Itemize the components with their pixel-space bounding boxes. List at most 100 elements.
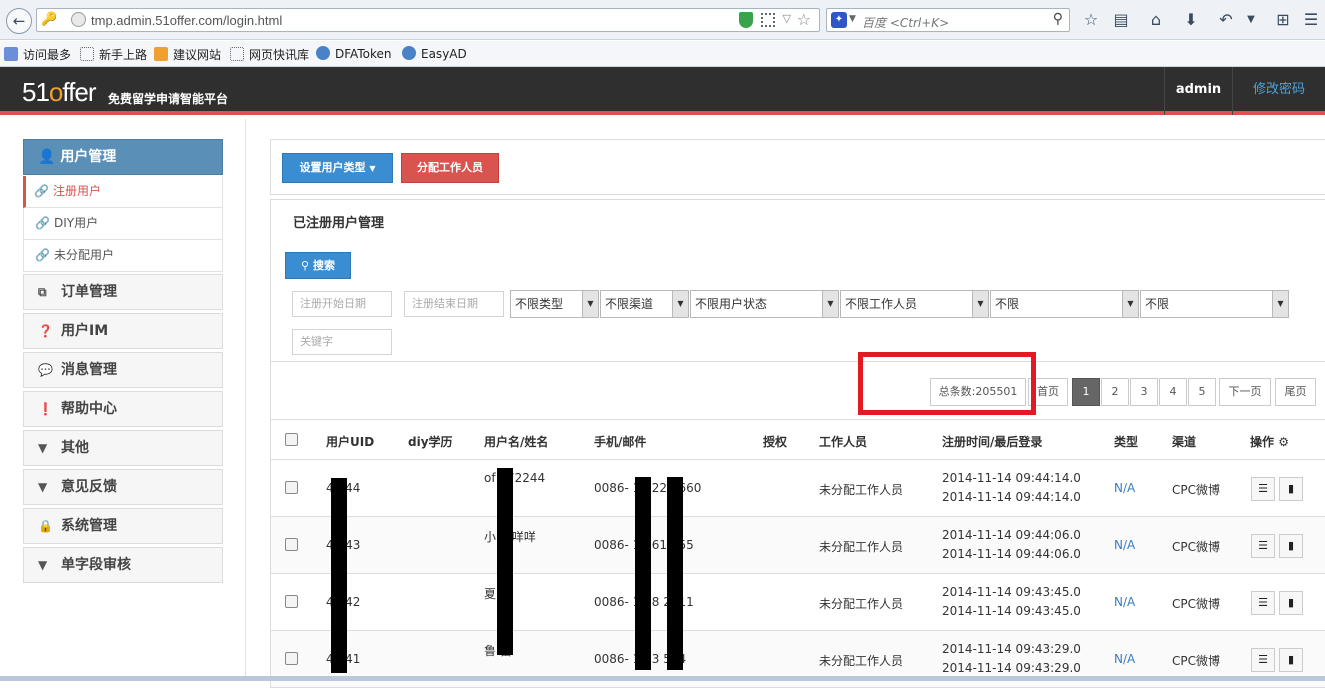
- list-icon[interactable]: ☰: [1251, 534, 1275, 558]
- list-icon[interactable]: ☰: [1251, 477, 1275, 501]
- table-row[interactable]: 4 242 夏 亭 0086- 1 98 2311 未分配工作人员 2014-1…: [270, 574, 1325, 631]
- last-page-button[interactable]: 尾页: [1275, 378, 1316, 406]
- sidebar-item-user-management[interactable]: 👤 用户管理: [23, 139, 223, 175]
- comment-icon[interactable]: ▮: [1279, 648, 1303, 672]
- sidebar-subitem-registered-users[interactable]: 🔗 注册用户: [23, 176, 223, 208]
- table-row[interactable]: 4 243 小 咩咩咩 0086- 1 561 455 未分配工作人员 2014…: [270, 517, 1325, 574]
- search-placeholder[interactable]: 百度 <Ctrl+K>: [862, 14, 949, 31]
- caret-down-icon: ▼: [38, 441, 48, 455]
- qr-code-icon[interactable]: [761, 13, 775, 27]
- page-button-4[interactable]: 4: [1159, 378, 1187, 406]
- chevron-down-icon[interactable]: ▼: [1240, 9, 1262, 31]
- user-name[interactable]: admin: [1164, 67, 1232, 115]
- row-checkbox[interactable]: [285, 652, 298, 665]
- page-icon: [230, 47, 244, 61]
- cell-type-link[interactable]: N/A: [1114, 481, 1135, 495]
- logo[interactable]: 51offer: [22, 77, 97, 108]
- comment-icon[interactable]: ▮: [1279, 477, 1303, 501]
- sidebar-item-help[interactable]: ❗ 帮助中心: [23, 391, 223, 427]
- filter-select-5[interactable]: 不限 ▼: [990, 290, 1139, 318]
- column-diy-education[interactable]: diy学历: [408, 433, 453, 450]
- sidebar-item-user-im[interactable]: ❓ 用户IM: [23, 313, 223, 349]
- search-button[interactable]: ⚲ 搜索: [285, 252, 351, 279]
- highlight-annotation: [858, 352, 1036, 415]
- row-checkbox[interactable]: [285, 538, 298, 551]
- bookmark-getting-started[interactable]: 新手上路: [80, 46, 147, 62]
- cell-type-link[interactable]: N/A: [1114, 595, 1135, 609]
- menu-icon[interactable]: ☰: [1300, 9, 1322, 31]
- row-checkbox[interactable]: [285, 595, 298, 608]
- sidebar-item-messages[interactable]: 💬 消息管理: [23, 352, 223, 388]
- redaction-bar: [331, 478, 347, 673]
- undo-icon[interactable]: ↶: [1215, 9, 1237, 31]
- column-username[interactable]: 用户名/姓名: [484, 433, 548, 450]
- list-icon[interactable]: ☰: [1251, 648, 1275, 672]
- cell-channel: CPC微博: [1172, 483, 1220, 497]
- start-date-input[interactable]: 注册开始日期: [292, 291, 392, 317]
- column-channel[interactable]: 渠道: [1172, 433, 1196, 450]
- search-icon[interactable]: ⚲: [1053, 11, 1063, 27]
- bookmark-easyad[interactable]: EasyAD: [402, 46, 467, 62]
- page-button-1[interactable]: 1: [1072, 378, 1100, 406]
- download-icon[interactable]: ⬇: [1180, 9, 1202, 31]
- bookmark-web-slices[interactable]: 网页快讯库: [230, 46, 309, 62]
- page-button-5[interactable]: 5: [1188, 378, 1216, 406]
- column-staff[interactable]: 工作人员: [819, 433, 867, 450]
- bookmark-dfatoken[interactable]: DFAToken: [316, 46, 391, 62]
- sidebar-item-field-review[interactable]: ▼ 单字段审核: [23, 547, 223, 583]
- column-type[interactable]: 类型: [1114, 433, 1138, 450]
- type-select[interactable]: 不限类型 ▼: [510, 290, 599, 318]
- keyword-input[interactable]: 关键字: [292, 329, 392, 355]
- baidu-paw-icon[interactable]: ✦: [831, 12, 847, 28]
- home-icon[interactable]: ⌂: [1145, 9, 1167, 31]
- back-arrow-icon[interactable]: ←: [6, 8, 32, 34]
- select-all-checkbox[interactable]: [285, 433, 298, 446]
- page-icon: [80, 47, 94, 61]
- set-user-type-button[interactable]: 设置用户类型 ▼: [282, 153, 393, 183]
- search-bar[interactable]: ✦ ▼ 百度 <Ctrl+K> ⚲: [826, 8, 1070, 32]
- reading-list-icon[interactable]: ▤: [1110, 9, 1132, 31]
- sidebar-item-feedback[interactable]: ▼ 意见反馈: [23, 469, 223, 505]
- address-bar[interactable]: 🔑 tmp.admin.51offer.com/login.html ▽ ☆: [36, 8, 820, 32]
- cell-type-link[interactable]: N/A: [1114, 538, 1135, 552]
- user-status-select[interactable]: 不限用户状态 ▼: [690, 290, 839, 318]
- bookmark-most-visited[interactable]: 访问最多: [4, 46, 71, 62]
- page-button-2[interactable]: 2: [1101, 378, 1129, 406]
- column-authorization[interactable]: 授权: [763, 433, 787, 450]
- sidebar-subitem-diy-users[interactable]: 🔗 DIY用户: [23, 208, 223, 240]
- bookmark-suggested[interactable]: 建议网站: [154, 46, 221, 62]
- sidebar-item-system[interactable]: 🔒 系统管理: [23, 508, 223, 544]
- url-text[interactable]: tmp.admin.51offer.com/login.html: [91, 13, 282, 28]
- chevron-down-icon[interactable]: ▼: [849, 14, 856, 24]
- comment-icon[interactable]: ▮: [1279, 591, 1303, 615]
- bookmark-star-icon[interactable]: ☆: [797, 10, 811, 29]
- chevron-down-icon[interactable]: ▽: [783, 12, 791, 25]
- staff-select[interactable]: 不限工作人员 ▼: [840, 290, 989, 318]
- change-password-link[interactable]: 修改密码: [1232, 67, 1325, 115]
- page-button-3[interactable]: 3: [1130, 378, 1158, 406]
- sidebar-item-other[interactable]: ▼ 其他: [23, 430, 223, 466]
- sidebar-subitem-unassigned-users[interactable]: 🔗 未分配用户: [23, 240, 223, 272]
- column-actions[interactable]: 操作 ⚙: [1250, 433, 1289, 450]
- column-reg-time[interactable]: 注册时间/最后登录: [942, 433, 1042, 450]
- column-uid[interactable]: 用户UID: [326, 433, 374, 450]
- filter-select-6[interactable]: 不限 ▼: [1140, 290, 1289, 318]
- sidebar-item-orders[interactable]: ⧉ 订单管理: [23, 274, 223, 310]
- end-date-input[interactable]: 注册结束日期: [404, 291, 504, 317]
- next-page-button[interactable]: 下一页: [1219, 378, 1271, 406]
- assign-staff-button[interactable]: 分配工作人员: [401, 153, 499, 183]
- comment-icon[interactable]: ▮: [1279, 534, 1303, 558]
- channel-select[interactable]: 不限渠道 ▼: [600, 290, 689, 318]
- cell-type-link[interactable]: N/A: [1114, 652, 1135, 666]
- cell-staff: 未分配工作人员: [819, 540, 904, 554]
- shield-icon[interactable]: [739, 12, 753, 28]
- table-row[interactable]: 4 244 of 472244 0086- 1 922 7660 未分配工作人员…: [270, 460, 1325, 517]
- star-icon[interactable]: ☆: [1080, 9, 1102, 31]
- gear-icon[interactable]: ⚙: [1278, 435, 1289, 449]
- list-icon[interactable]: ☰: [1251, 591, 1275, 615]
- search-icon: ⚲: [301, 259, 310, 272]
- crop-icon[interactable]: ⊞: [1272, 9, 1294, 31]
- column-phone-email[interactable]: 手机/邮件: [594, 433, 646, 450]
- row-checkbox[interactable]: [285, 481, 298, 494]
- chevron-down-icon: ▼: [672, 291, 688, 317]
